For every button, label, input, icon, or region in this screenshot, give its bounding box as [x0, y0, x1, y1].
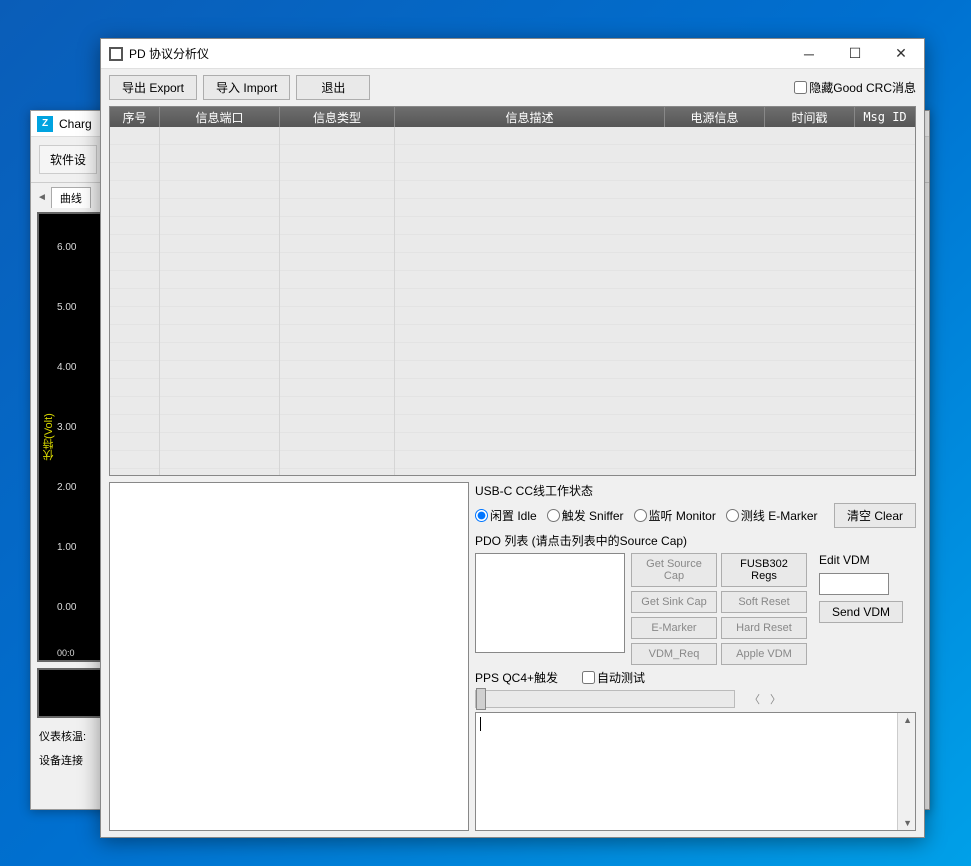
pdo-section-label: PDO 列表 (请点击列表中的Source Cap) [475, 532, 916, 549]
export-button[interactable]: 导出 Export [109, 75, 197, 100]
col-seq[interactable]: 序号 [110, 107, 160, 127]
autotest-text: 自动测试 [597, 669, 645, 686]
cc-state-row: USB-C CC线工作状态 [475, 482, 916, 499]
bg-tab-curve[interactable]: 曲线 [51, 187, 91, 208]
send-vdm-button[interactable]: Send VDM [819, 601, 903, 623]
bg-ytick: 3.00 [57, 422, 76, 433]
pps-decrement-icon[interactable]: 〈 [749, 691, 760, 707]
hide-crc-checkbox-label[interactable]: 隐藏Good CRC消息 [794, 79, 916, 96]
autotest-checkbox[interactable] [582, 671, 595, 684]
bg-tab-left-arrow-icon[interactable]: ◄ [37, 192, 47, 203]
pdo-row: Get Source Cap FUSB302 Regs Get Sink Cap… [475, 553, 916, 665]
pps-slider[interactable] [475, 690, 735, 708]
e-marker-button[interactable]: E-Marker [631, 617, 717, 639]
pdo-listbox[interactable] [475, 553, 625, 653]
pps-increment-icon[interactable]: 〉 [770, 691, 781, 707]
bg-app-icon: Z [37, 116, 53, 132]
vdm-input[interactable] [819, 573, 889, 595]
hide-crc-checkbox[interactable] [794, 81, 807, 94]
controls-column: USB-C CC线工作状态 闲置 Idle 触发 Sniffer 监听 Moni… [475, 482, 916, 831]
bg-ytick: 0.00 [57, 602, 76, 613]
scroll-up-icon[interactable]: ▲ [903, 715, 912, 725]
col-msgid[interactable]: Msg ID [855, 107, 915, 127]
bg-chart-ylabel: 伏特(Volt) [41, 413, 57, 461]
bg-ytick: 4.00 [57, 362, 76, 373]
radio-sniffer-input[interactable] [547, 509, 560, 522]
pdo-action-grid: Get Source Cap FUSB302 Regs Get Sink Cap… [631, 553, 807, 665]
clear-button[interactable]: 清空 Clear [834, 503, 916, 528]
radio-idle[interactable]: 闲置 Idle [475, 507, 537, 524]
radio-monitor[interactable]: 监听 Monitor [634, 507, 716, 524]
fusb302-regs-button[interactable]: FUSB302 Regs [721, 553, 807, 587]
toolbar: 导出 Export 导入 Import 退出 隐藏Good CRC消息 [101, 69, 924, 106]
apple-vdm-button[interactable]: Apple VDM [721, 643, 807, 665]
radio-emarker-label: 测线 E-Marker [741, 507, 818, 524]
pps-slider-thumb[interactable] [476, 688, 486, 710]
vdm-column: Edit VDM Send VDM [819, 553, 903, 623]
scroll-down-icon[interactable]: ▼ [903, 818, 912, 828]
titlebar[interactable]: PD 协议分析仪 ─ ☐ ✕ [101, 39, 924, 69]
bg-ytick: 6.00 [57, 242, 76, 253]
cc-radio-row: 闲置 Idle 触发 Sniffer 监听 Monitor 测线 E-Marke… [475, 503, 916, 528]
table-body[interactable] [110, 127, 915, 475]
radio-emarker-input[interactable] [726, 509, 739, 522]
get-source-cap-button[interactable]: Get Source Cap [631, 553, 717, 587]
col-desc[interactable]: 信息描述 [395, 107, 665, 127]
table-header: 序号 信息端口 信息类型 信息描述 电源信息 时间戳 Msg ID [110, 107, 915, 127]
col-port[interactable]: 信息端口 [160, 107, 280, 127]
bg-xstart: 00:0 [57, 648, 75, 658]
detail-box[interactable] [109, 482, 469, 831]
col-time[interactable]: 时间戳 [765, 107, 855, 127]
col-power[interactable]: 电源信息 [665, 107, 765, 127]
radio-idle-input[interactable] [475, 509, 488, 522]
soft-reset-button[interactable]: Soft Reset [721, 591, 807, 613]
pps-row: PPS QC4+触发 自动测试 [475, 669, 916, 686]
edit-vdm-label: Edit VDM [819, 553, 903, 567]
minimize-button[interactable]: ─ [786, 39, 832, 69]
radio-monitor-input[interactable] [634, 509, 647, 522]
log-textarea[interactable]: ▲ ▼ [475, 712, 916, 831]
import-button[interactable]: 导入 Import [203, 75, 290, 100]
radio-idle-label: 闲置 Idle [490, 507, 537, 524]
cc-section-label: USB-C CC线工作状态 [475, 482, 593, 499]
radio-emarker[interactable]: 测线 E-Marker [726, 507, 818, 524]
pps-slider-row: 〈 〉 [475, 690, 916, 708]
hide-crc-text: 隐藏Good CRC消息 [809, 79, 916, 96]
radio-sniffer[interactable]: 触发 Sniffer [547, 507, 624, 524]
pps-section-label: PPS QC4+触发 [475, 669, 558, 686]
bg-title: Charg [59, 117, 92, 131]
pps-spinner: 〈 〉 [741, 691, 789, 707]
bg-ytick: 5.00 [57, 302, 76, 313]
hard-reset-button[interactable]: Hard Reset [721, 617, 807, 639]
message-table[interactable]: 序号 信息端口 信息类型 信息描述 电源信息 时间戳 Msg ID [109, 106, 916, 476]
bg-settings-button[interactable]: 软件设 [39, 145, 97, 174]
radio-monitor-label: 监听 Monitor [649, 507, 716, 524]
main-window: PD 协议分析仪 ─ ☐ ✕ 导出 Export 导入 Import 退出 隐藏… [100, 38, 925, 838]
text-cursor [480, 717, 481, 731]
cc-radio-group: 闲置 Idle 触发 Sniffer 监听 Monitor 测线 E-Marke… [475, 507, 818, 524]
lower-panel: USB-C CC线工作状态 闲置 Idle 触发 Sniffer 监听 Moni… [101, 476, 924, 837]
close-button[interactable]: ✕ [878, 39, 924, 69]
window-title: PD 协议分析仪 [129, 45, 209, 62]
app-icon [109, 47, 123, 61]
autotest-checkbox-label[interactable]: 自动测试 [582, 669, 645, 686]
maximize-button[interactable]: ☐ [832, 39, 878, 69]
bg-ytick: 2.00 [57, 482, 76, 493]
radio-sniffer-label: 触发 Sniffer [562, 507, 624, 524]
get-sink-cap-button[interactable]: Get Sink Cap [631, 591, 717, 613]
exit-button[interactable]: 退出 [296, 75, 370, 100]
bg-ytick: 1.00 [57, 542, 76, 553]
vdm-req-button[interactable]: VDM_Req [631, 643, 717, 665]
col-type[interactable]: 信息类型 [280, 107, 395, 127]
